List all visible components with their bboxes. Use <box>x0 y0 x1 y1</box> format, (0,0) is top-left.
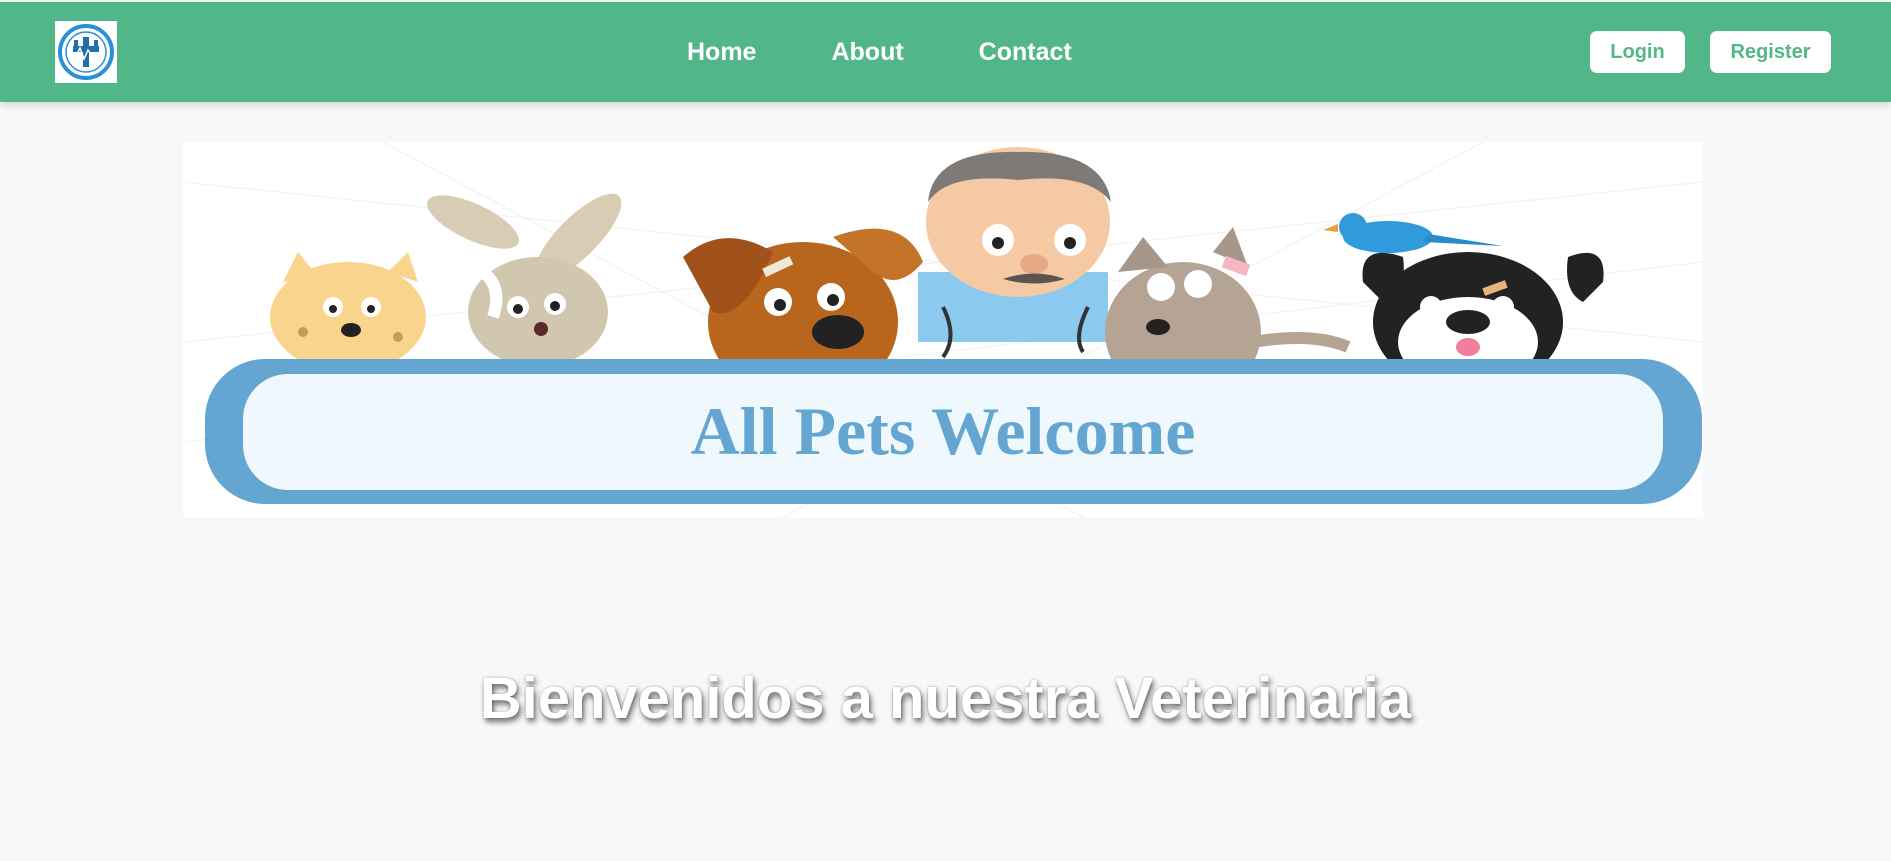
welcome-heading: Bienvenidos a nuestra Veterinaria <box>479 666 1412 731</box>
vet-figure <box>918 147 1111 359</box>
login-button[interactable]: Login <box>1590 31 1685 73</box>
cub-figure <box>270 252 426 372</box>
banner-text: All Pets Welcome <box>691 393 1196 469</box>
bird-figure <box>1323 213 1503 253</box>
vet-logo-icon[interactable] <box>55 21 117 83</box>
navbar: Home About Contact Login Register <box>0 2 1891 102</box>
rabbit-figure <box>427 193 622 367</box>
all-pets-welcome-illustration: All Pets Welcome <box>183 142 1703 517</box>
welcome-sign: All Pets Welcome <box>205 359 1702 504</box>
nav-link-about[interactable]: About <box>831 38 903 67</box>
main-nav: Home About Contact <box>687 2 1072 102</box>
hero-banner-image: All Pets Welcome <box>183 142 1703 517</box>
register-button[interactable]: Register <box>1710 31 1831 73</box>
nav-link-home[interactable]: Home <box>687 38 756 67</box>
nav-link-contact[interactable]: Contact <box>979 38 1072 67</box>
